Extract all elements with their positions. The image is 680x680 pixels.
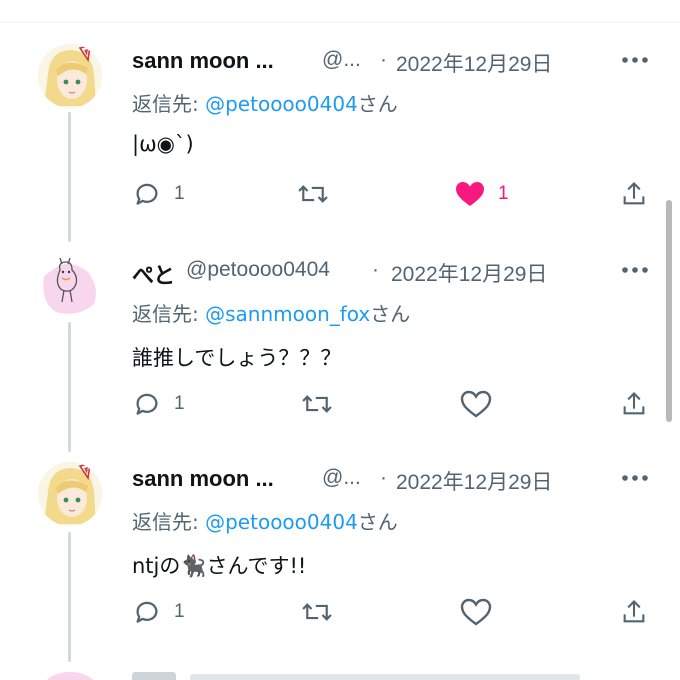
display-name[interactable]: sann moon ... <box>132 466 274 492</box>
tweet[interactable]: sann moon ... @... · 2022年12月29日 返信先: @p… <box>0 462 680 652</box>
reply-suffix: さん <box>370 302 411 326</box>
reply-suffix: さん <box>357 92 398 116</box>
tweet-text: ntjの🐈‍⬛さんです!! <box>132 550 306 580</box>
share-button[interactable] <box>620 176 648 212</box>
like-icon <box>460 390 492 418</box>
action-bar: 1 <box>132 386 652 422</box>
separator: · <box>380 48 387 71</box>
tweet-text: |ω◉`) <box>132 132 194 156</box>
more-icon <box>622 267 648 273</box>
header-partial <box>190 674 580 680</box>
action-bar: 1 <box>132 594 652 630</box>
retweet-button[interactable] <box>300 386 334 422</box>
display-name[interactable]: sann moon ... <box>132 48 274 74</box>
share-button[interactable] <box>620 386 648 422</box>
reply-button[interactable]: 1 <box>132 386 185 422</box>
avatar[interactable] <box>38 44 102 108</box>
top-divider <box>0 22 680 23</box>
like-icon <box>460 598 492 626</box>
share-icon <box>623 182 645 205</box>
reply-prefix: 返信先: <box>132 302 206 326</box>
reply-suffix: さん <box>357 510 398 534</box>
separator: · <box>380 466 387 489</box>
more-icon <box>622 475 648 481</box>
display-name[interactable]: ぺと <box>132 258 175 290</box>
action-bar: 1 1 <box>132 176 652 212</box>
retweet-icon <box>302 603 332 621</box>
reply-icon <box>136 601 158 623</box>
retweet-icon <box>302 395 332 413</box>
tweet[interactable]: ぺと @petoooo0404 · 2022年12月29日 返信先: @sann… <box>0 254 680 444</box>
timestamp[interactable]: 2022年12月29日 <box>396 48 552 78</box>
reply-to-link[interactable]: @petoooo0404 <box>205 510 358 534</box>
tweet-text: 誰推しでしょう？？？ <box>132 346 342 370</box>
timestamp[interactable]: 2022年12月29日 <box>391 258 547 288</box>
reply-count: 1 <box>174 601 185 622</box>
like-button[interactable] <box>460 386 492 422</box>
avatar[interactable] <box>38 254 102 318</box>
retweet-button[interactable] <box>296 176 330 212</box>
user-handle[interactable]: @petoooo0404 <box>186 258 330 282</box>
tweet-header: ぺと @petoooo0404 · 2022年12月29日 <box>132 254 652 290</box>
avatar[interactable] <box>44 672 96 680</box>
fox-girl-avatar-image <box>38 462 102 526</box>
user-handle[interactable]: @... <box>322 466 361 490</box>
reply-prefix: 返信先: <box>132 92 206 116</box>
tweet-header: sann moon ... @... · 2022年12月29日 <box>132 462 652 498</box>
next-tweet-partial[interactable] <box>0 662 680 680</box>
pink-doodle-avatar-image <box>38 254 102 318</box>
timestamp[interactable]: 2022年12月29日 <box>396 466 552 496</box>
more-button[interactable] <box>618 46 652 74</box>
avatar[interactable] <box>38 462 102 526</box>
reply-count: 1 <box>174 183 185 204</box>
reply-context: 返信先: @petoooo0404さん <box>132 88 398 117</box>
share-icon <box>623 392 645 415</box>
more-icon <box>622 57 648 63</box>
tweet-text-before: ntjの <box>132 554 181 578</box>
reply-count: 1 <box>174 393 185 414</box>
scrollbar[interactable] <box>666 200 672 422</box>
tweet[interactable]: sann moon ... @... · 2022年12月29日 返信先: @p… <box>0 44 680 234</box>
fox-girl-avatar-image <box>38 44 102 108</box>
like-button[interactable] <box>460 594 492 630</box>
tweet-text-after: さんです!! <box>206 554 307 578</box>
share-icon <box>623 600 645 623</box>
retweet-icon <box>298 185 328 203</box>
reply-prefix: 返信先: <box>132 510 206 534</box>
user-handle[interactable]: @... <box>322 48 361 72</box>
reply-button[interactable]: 1 <box>132 594 185 630</box>
separator: · <box>372 258 379 281</box>
reply-icon <box>136 183 158 205</box>
tweet-header: sann moon ... @... · 2022年12月29日 <box>132 44 652 80</box>
display-name-partial <box>132 672 176 680</box>
reply-to-link[interactable]: @petoooo0404 <box>205 92 358 116</box>
more-button[interactable] <box>618 256 652 284</box>
retweet-button[interactable] <box>300 594 334 630</box>
like-button[interactable]: 1 <box>454 176 509 212</box>
reply-icon <box>136 393 158 415</box>
black-cat-emoji: 🐈‍⬛ <box>180 554 207 578</box>
like-count: 1 <box>498 183 509 204</box>
reply-to-link[interactable]: @sannmoon_fox <box>205 302 370 326</box>
reply-context: 返信先: @petoooo0404さん <box>132 506 398 535</box>
more-button[interactable] <box>618 464 652 492</box>
reply-button[interactable]: 1 <box>132 176 185 212</box>
reply-context: 返信先: @sannmoon_foxさん <box>132 298 410 327</box>
share-button[interactable] <box>620 594 648 630</box>
like-icon <box>456 182 484 206</box>
